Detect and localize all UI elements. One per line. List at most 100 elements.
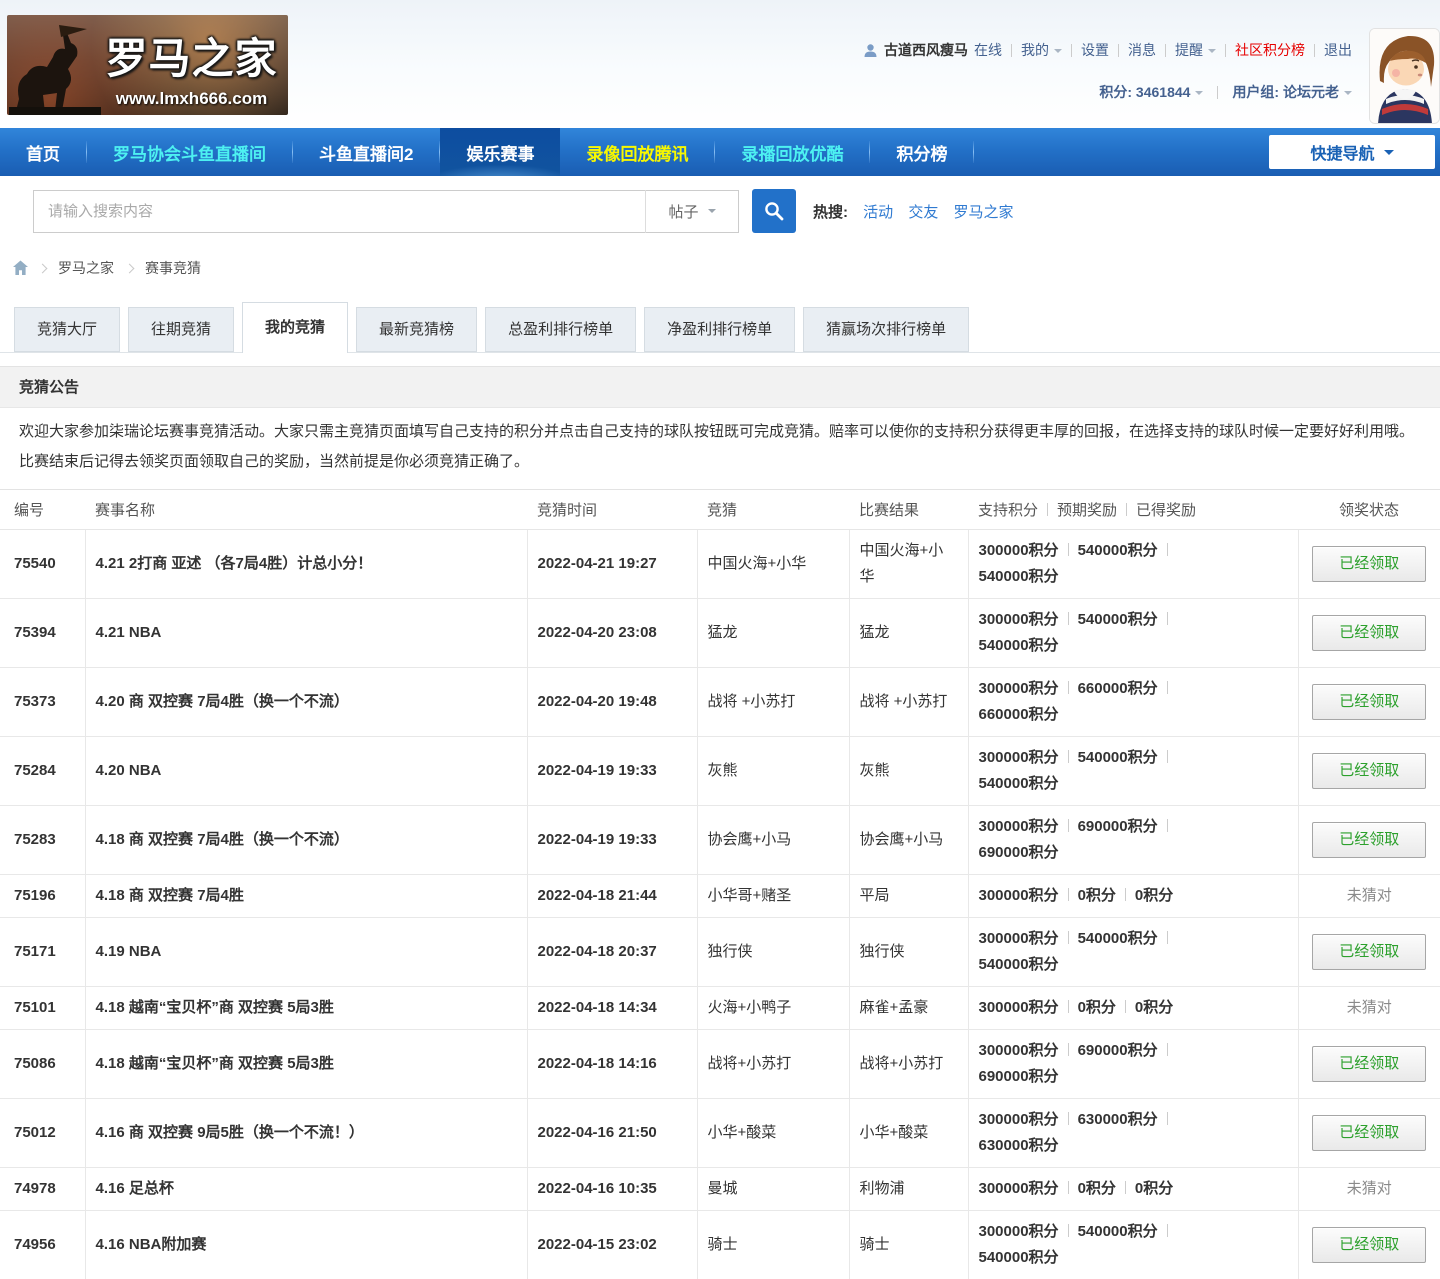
received-reward: 690000积分: [979, 1064, 1288, 1090]
chevron-down-icon: [1384, 150, 1394, 160]
bet-pick: 中国火海+小华: [697, 529, 849, 598]
claim-status-cell: 已经领取: [1298, 1029, 1440, 1098]
support-points: 300000积分: [979, 818, 1059, 835]
received-reward: 540000积分: [979, 1245, 1288, 1271]
match-id: 75101: [0, 986, 85, 1029]
match-result: 战将+小苏打: [849, 1029, 968, 1098]
match-name: 4.20 商 双控赛 7局4胜（换一个不流）: [85, 667, 527, 736]
col-bet: 竞猜: [697, 490, 849, 529]
received-reward: 630000积分: [979, 1133, 1288, 1159]
search-type-select[interactable]: 帖子: [645, 190, 738, 233]
support-points: 300000积分: [979, 611, 1059, 628]
expected-reward: 660000积分: [1078, 680, 1158, 697]
divider: [1068, 931, 1069, 944]
divider: [1071, 44, 1072, 57]
search-button[interactable]: [752, 189, 796, 233]
nav-leaderboard[interactable]: 积分榜: [870, 128, 973, 176]
claim-status[interactable]: 已经领取: [1312, 822, 1426, 858]
claim-status-cell: 未猜对: [1298, 1167, 1440, 1210]
home-icon[interactable]: [12, 260, 29, 276]
tab-total-profit-ranking[interactable]: 总盈利排行榜单: [485, 307, 636, 352]
hot-link-friends[interactable]: 交友: [908, 204, 938, 221]
points-cell: 300000积分540000积分540000积分: [968, 598, 1298, 667]
search-box: 帖子: [33, 190, 739, 233]
breadcrumb-current[interactable]: 赛事竞猜: [145, 258, 201, 278]
nav-replay-tencent[interactable]: 录像回放腾讯: [560, 128, 714, 176]
chevron-down-icon: [1344, 91, 1352, 99]
settings-link[interactable]: 设置: [1081, 40, 1109, 60]
match-result: 协会鹰+小马: [849, 805, 968, 874]
claim-status: 未猜对: [1347, 887, 1392, 904]
divider: [1068, 681, 1069, 694]
bet-pick: 小华哥+赌圣: [697, 874, 849, 917]
points-cell: 300000积分0积分0积分: [968, 874, 1298, 917]
claim-status[interactable]: 已经领取: [1312, 1227, 1426, 1263]
search-input[interactable]: [34, 192, 645, 231]
logout-link[interactable]: 退出: [1324, 40, 1352, 60]
hot-link-activity[interactable]: 活动: [863, 204, 893, 221]
expected-reward: 540000积分: [1078, 542, 1158, 559]
expected-reward: 0积分: [1078, 887, 1116, 904]
match-name: 4.21 NBA: [85, 598, 527, 667]
nav-douyu-live-room-2[interactable]: 斗鱼直播间2: [293, 128, 439, 176]
quick-nav-button[interactable]: 快捷导航: [1269, 135, 1435, 169]
site-logo[interactable]: 罗马之家 www.lmxh666.com: [7, 15, 288, 115]
nav-replay-youku[interactable]: 录播回放优酷: [715, 128, 869, 176]
chevron-down-icon: [708, 209, 716, 217]
alerts-link[interactable]: 提醒: [1175, 40, 1216, 60]
bet-pick: 战将 +小苏打: [697, 667, 849, 736]
bet-time: 2022-04-16 21:50: [527, 1098, 697, 1167]
claim-status[interactable]: 已经领取: [1312, 1046, 1426, 1082]
bet-pick: 猛龙: [697, 598, 849, 667]
divider: [1068, 888, 1069, 901]
received-reward: 660000积分: [979, 702, 1288, 728]
bet-time: 2022-04-20 23:08: [527, 598, 697, 667]
received-reward: 540000积分: [979, 771, 1288, 797]
site-header: 罗马之家 www.lmxh666.com 古道西风瘦马 在线 我的 设置 消息 …: [0, 0, 1440, 128]
points-cell: 300000积分0积分0积分: [968, 986, 1298, 1029]
hot-link-lmzj[interactable]: 罗马之家: [954, 204, 1014, 221]
match-name: 4.16 NBA附加赛: [85, 1210, 527, 1279]
points-dropdown[interactable]: 积分: 3461844: [1099, 82, 1203, 102]
points-cell: 300000积分540000积分540000积分: [968, 529, 1298, 598]
divider: [1167, 543, 1168, 556]
divider: [1068, 1181, 1069, 1194]
divider: [1068, 543, 1069, 556]
tab-betting-hall[interactable]: 竞猜大厅: [14, 307, 120, 352]
breadcrumb-forum[interactable]: 罗马之家: [58, 258, 114, 278]
claim-status[interactable]: 已经领取: [1312, 546, 1426, 582]
messages-link[interactable]: 消息: [1128, 40, 1156, 60]
tab-latest-bets[interactable]: 最新竞猜榜: [356, 307, 477, 352]
expected-reward: 540000积分: [1078, 930, 1158, 947]
community-leaderboard-link[interactable]: 社区积分榜: [1235, 40, 1305, 60]
table-row: 75284 4.20 NBA 2022-04-19 19:33 灰熊 灰熊 30…: [0, 736, 1440, 805]
claim-status[interactable]: 已经领取: [1312, 615, 1426, 651]
tab-past-bets[interactable]: 往期竞猜: [128, 307, 234, 352]
match-name: 4.19 NBA: [85, 917, 527, 986]
bet-time: 2022-04-19 19:33: [527, 736, 697, 805]
chevron-down-icon: [1195, 91, 1203, 99]
claim-status[interactable]: 已经领取: [1312, 934, 1426, 970]
usergroup-dropdown[interactable]: 用户组: 论坛元老: [1232, 82, 1352, 102]
points-cell: 300000积分0积分0积分: [968, 1167, 1298, 1210]
nav-home[interactable]: 首页: [0, 128, 86, 176]
user-avatar[interactable]: [1369, 28, 1440, 124]
claim-status[interactable]: 已经领取: [1312, 684, 1426, 720]
claim-status[interactable]: 已经领取: [1312, 1115, 1426, 1151]
breadcrumb: 罗马之家 赛事竞猜: [0, 246, 1440, 290]
match-name: 4.18 越南“宝贝杯”商 双控赛 5局3胜: [85, 1029, 527, 1098]
divider: [1167, 1043, 1168, 1056]
col-match-name: 赛事名称: [85, 490, 527, 529]
tab-my-bets[interactable]: 我的竞猜: [242, 302, 348, 353]
nav-entertainment-matches[interactable]: 娱乐赛事: [440, 128, 560, 176]
col-support-points: 支持积分: [978, 502, 1038, 519]
user-menu-my[interactable]: 我的: [1021, 40, 1062, 60]
tab-wins-ranking[interactable]: 猜赢场次排行榜单: [803, 307, 969, 352]
nav-douyu-live-room[interactable]: 罗马协会斗鱼直播间: [87, 128, 292, 176]
tab-net-profit-ranking[interactable]: 净盈利排行榜单: [644, 307, 795, 352]
username-link[interactable]: 古道西风瘦马: [884, 40, 968, 60]
claim-status[interactable]: 已经领取: [1312, 753, 1426, 789]
support-points: 300000积分: [979, 542, 1059, 559]
table-row: 75373 4.20 商 双控赛 7局4胜（换一个不流） 2022-04-20 …: [0, 667, 1440, 736]
divider: [1165, 44, 1166, 57]
